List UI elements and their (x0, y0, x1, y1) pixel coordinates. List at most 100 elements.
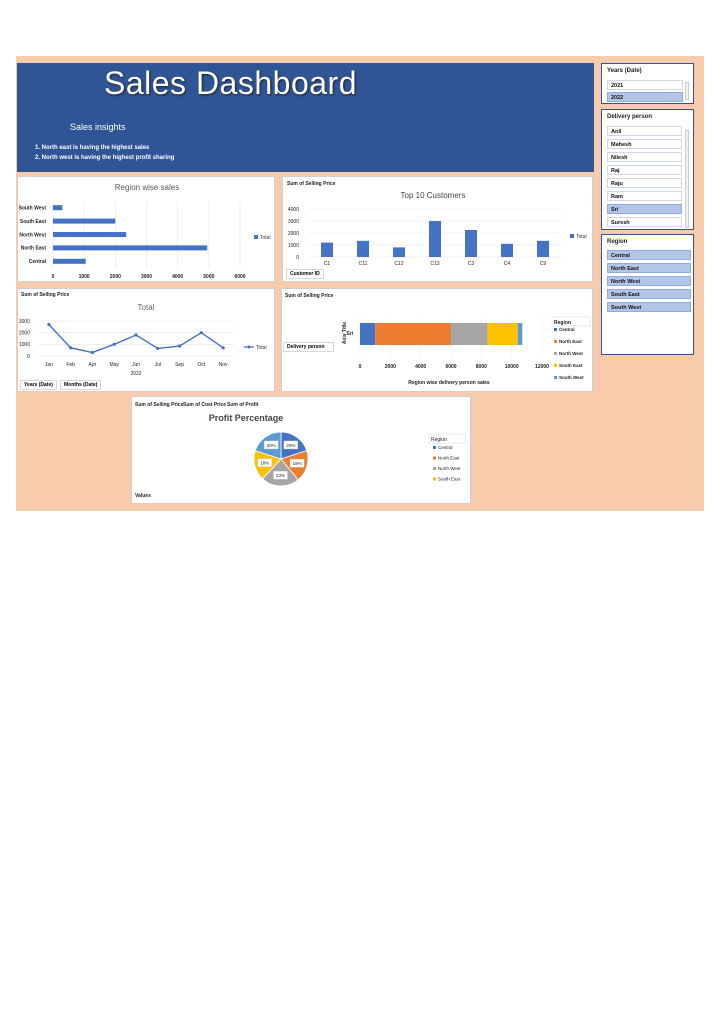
x-tick-label: 4000 (172, 274, 183, 280)
x-tick-label: Nov (219, 362, 228, 368)
monthly-value-tag: Sum of Selling Price (21, 292, 70, 298)
x-tick-label: C9 (540, 261, 547, 267)
dashboard-title: Sales Dashboard (104, 65, 357, 101)
y-tick-label: 0 (296, 255, 299, 261)
legend-swatch (254, 235, 258, 239)
values-field-button[interactable]: Values (135, 493, 151, 499)
data-label: 23% (276, 473, 285, 478)
legend-label: North West (438, 466, 461, 471)
profit-tag: Sum of Profit (227, 402, 259, 408)
slicer-item-ram[interactable]: Ram (607, 191, 682, 201)
region-slicer[interactable]: Region Central North East North West South … (601, 234, 694, 355)
data-point (112, 342, 116, 346)
y-tick-label: 0 (27, 354, 30, 360)
slicer-item-central[interactable]: Central (607, 250, 691, 260)
bar-segment (360, 323, 376, 345)
data-point (177, 344, 182, 348)
y-tick-label: South West (19, 206, 47, 212)
years-slicer-scrollbar[interactable] (685, 82, 689, 100)
selling-price-tag: Sum of Selling Price (135, 402, 184, 408)
x-tick-label: 6000 (445, 364, 456, 370)
region-sales-chart-panel[interactable]: Region wise sales 0 1000 2000 3000 4000 5000 60… (17, 176, 275, 282)
delivery-value-tag: Sum of Selling Price (285, 293, 334, 299)
x-tick-label: C1 (324, 261, 331, 267)
bar (465, 230, 477, 257)
slicer-item-2022[interactable]: 2022 (607, 91, 683, 102)
x-tick-label: Jan (45, 362, 53, 368)
y-tick-label: South East (20, 219, 46, 225)
slicer-item-south-west[interactable]: South West (607, 302, 691, 312)
data-point (221, 346, 225, 350)
delivery-person-chart-panel[interactable]: Sum of Selling Price 0 2000 4000 6000 8000 10… (281, 288, 593, 392)
x-tick-label: C13 (430, 261, 439, 267)
delivery-slicer-scrollbar[interactable] (685, 130, 689, 228)
x-tick-label: 4000 (415, 364, 426, 370)
slicer-item-2021[interactable]: 2021 (607, 80, 683, 90)
months-field-button[interactable]: Months (Date) (60, 380, 102, 390)
years-field-button[interactable]: Years (Date) (20, 380, 57, 390)
delivery-person-field-button[interactable]: Delivery person (283, 342, 334, 352)
delivery-person-slicer[interactable]: Delivery person Anil Mahesh Nilesh Raj Raju R… (601, 109, 694, 230)
y-tick-label: 1000 (19, 342, 30, 348)
x-tick-label: 12000 (535, 364, 549, 370)
slicer-item-raju[interactable]: Raju (607, 178, 682, 188)
legend-swatch (554, 352, 557, 355)
insight-1: 1. North east is having the highest sale… (35, 145, 150, 151)
slicer-item-nilesh[interactable]: Nilesh (607, 152, 682, 162)
years-slicer-title: Years (Date) (607, 68, 642, 74)
x-tick-label: Apr (89, 362, 97, 368)
monthly-sales-chart-panel[interactable]: Sum of Selling Price Total 0 1000 2000 3000 J… (17, 288, 275, 392)
bar-segment (451, 323, 488, 345)
insight-2: 2. North west is having the highest prof… (35, 155, 175, 161)
slicer-item-suresh[interactable]: Suresh (607, 217, 682, 227)
y-tick-label: North West (19, 232, 46, 238)
legend-label: North West (559, 351, 583, 356)
slicer-item-sri[interactable]: Sri (607, 204, 682, 214)
legend-title: Region (431, 437, 447, 443)
legend-swatch (433, 467, 436, 470)
customer-id-field-button[interactable]: Customer ID (286, 269, 324, 279)
slicer-item-north-east[interactable]: North East (607, 263, 691, 273)
slicer-item-north-west[interactable]: North West (607, 276, 691, 286)
years-slicer[interactable]: Years (Date) 2021 2022 (601, 63, 694, 104)
bar (321, 242, 333, 257)
series-line (48, 324, 224, 354)
x-tick-label: 0 (359, 364, 362, 370)
legend-label: Central (559, 327, 575, 332)
top-customers-chart: Top 10 Customers 0 1000 2000 3000 4000 C1 C11 C1… (288, 191, 587, 267)
data-label: 20% (267, 443, 276, 448)
x-tick-label: Jul (155, 362, 161, 368)
y-tick-label: 4000 (288, 207, 299, 213)
x-tick-label: 0 (52, 274, 55, 280)
data-label: 20% (286, 443, 295, 448)
slicer-item-mahesh[interactable]: Mahesh (607, 139, 682, 149)
legend-swatch (433, 477, 436, 481)
slicer-item-raj[interactable]: Raj (607, 165, 682, 175)
chart-title: Top 10 Customers (401, 191, 466, 200)
x-tick-label: 2000 (385, 364, 396, 370)
profit-percentage-chart: Profit Percentage 20% 19% 23% 18% 20% Region Ce… (209, 413, 467, 487)
slicer-item-anil[interactable]: Anil (607, 126, 682, 136)
legend-swatch (554, 376, 557, 379)
customers-value-tag: Sum of Selling Price (287, 181, 336, 187)
x-axis-year-label: 2022 (130, 371, 141, 377)
bar-segment (517, 323, 523, 345)
bar (53, 232, 127, 237)
slicer-item-south-east[interactable]: South East (607, 289, 691, 299)
x-tick-label: May (109, 362, 119, 368)
x-tick-label: Oct (197, 362, 205, 368)
cost-price-tag: Sum of Cost Price (183, 402, 227, 408)
delivery-person-slicer-title: Delivery person (607, 114, 653, 120)
bar-segment (375, 323, 451, 345)
legend-label: Total (576, 234, 587, 240)
bar (537, 240, 549, 257)
y-axis-title: Axis Title (342, 322, 348, 344)
y-tick-label: 3000 (19, 319, 30, 325)
y-tick-label: North East (21, 246, 47, 252)
x-tick-label: 10000 (505, 364, 519, 370)
profit-percentage-chart-panel[interactable]: Sum of Selling Price Sum of Cost Price S… (131, 396, 471, 504)
legend-swatch (433, 456, 436, 460)
x-tick-label: 3000 (141, 274, 152, 280)
legend-label: Total (256, 345, 267, 351)
top-customers-chart-panel[interactable]: Sum of Selling Price Top 10 Customers 0 10… (282, 176, 593, 282)
